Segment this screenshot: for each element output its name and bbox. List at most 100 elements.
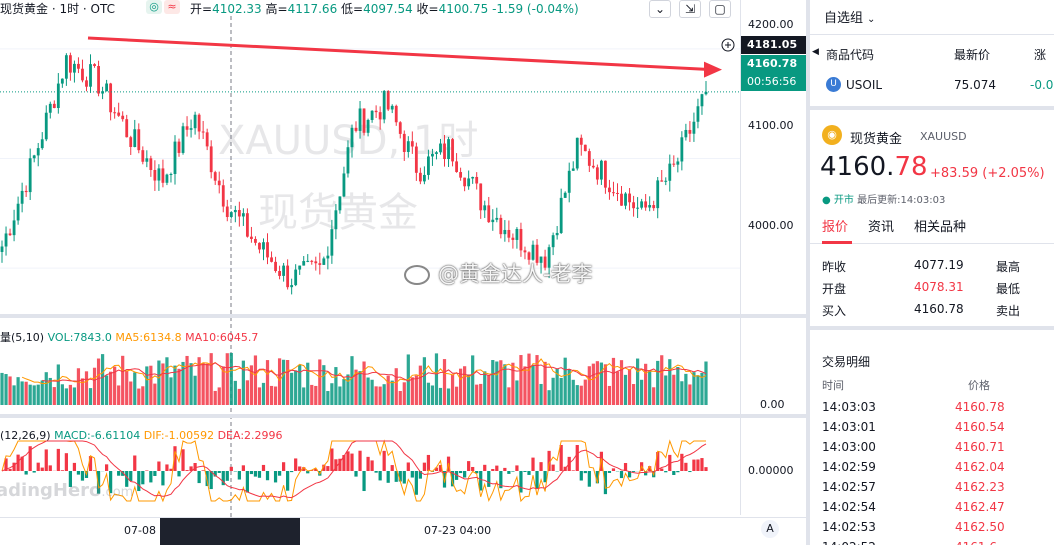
- macd-histogram-bar: [676, 471, 680, 473]
- candle-body: [479, 183, 483, 211]
- macd-histogram-bar: [40, 467, 44, 471]
- volume-bar: [265, 360, 270, 405]
- volume-bar: [656, 360, 660, 405]
- candle-body: [551, 235, 555, 248]
- volume-bar: [591, 363, 595, 405]
- symbol-title[interactable]: 现货黄金 · 1时 · OTC: [0, 0, 115, 17]
- volume-bar: [483, 371, 487, 405]
- volume-bar: [117, 385, 121, 405]
- volume-bar: [245, 380, 250, 405]
- candle-body: [402, 133, 406, 152]
- candle-body: [511, 237, 515, 240]
- volume-bar: [559, 377, 563, 405]
- candle-body: [93, 64, 96, 67]
- watchlist-title: 自选组: [824, 11, 864, 26]
- candle-body: [519, 228, 523, 251]
- candle-body: [40, 139, 44, 149]
- col-last[interactable]: 最新价: [954, 46, 990, 63]
- volume-bar: [161, 363, 165, 405]
- stat-value: 4160.78: [914, 302, 964, 316]
- auto-scale-button[interactable]: A: [761, 520, 779, 538]
- wave-icon[interactable]: ≈: [164, 0, 180, 14]
- col-change[interactable]: 涨: [1034, 46, 1046, 63]
- volume-bar: [326, 391, 330, 405]
- trade-price: 4160.54: [955, 420, 1005, 434]
- candle-body: [491, 219, 495, 223]
- panel-resize-handle[interactable]: [810, 326, 1054, 330]
- watchlist-selector[interactable]: 自选组 ⌄: [824, 7, 875, 26]
- candle-body: [109, 83, 113, 113]
- visibility-dot-icon[interactable]: ◎: [146, 0, 162, 14]
- volume-bar: [52, 387, 56, 405]
- panel-resize-handle[interactable]: [810, 106, 1054, 110]
- volume-bar: [523, 366, 527, 405]
- macd-histogram-bar: [523, 471, 527, 472]
- volume-bar: [298, 364, 302, 405]
- pane-separator[interactable]: [0, 314, 806, 318]
- candle-body: [298, 265, 302, 270]
- trade-time: 14:02:59: [822, 460, 876, 474]
- candle-body: [137, 129, 141, 151]
- candle-body: [475, 176, 479, 184]
- macd-histogram-bar: [217, 471, 221, 473]
- macd-histogram-bar: [261, 464, 266, 471]
- volume-bar: [310, 384, 314, 405]
- stat-label: 卖出: [996, 304, 1021, 318]
- volume-bar: [430, 385, 435, 405]
- candle-body: [338, 196, 342, 211]
- macd-axis-label: 0.00000: [748, 464, 794, 477]
- volume-bar: [390, 380, 394, 405]
- macd-indicator-name[interactable]: (12,26,9): [0, 429, 51, 442]
- volume-bar: [471, 355, 475, 405]
- chart-area[interactable]: XAUUSD, 1时 现货黄金 现货黄金 · 1时 · OTC ◎ ≈ 开=41…: [0, 0, 806, 545]
- macd-histogram-bar: [366, 456, 370, 471]
- volume-axis-label: 0.00: [760, 398, 785, 411]
- tab-related[interactable]: 相关品种: [914, 216, 966, 244]
- macd-histogram-bar: [354, 471, 358, 477]
- col-symbol[interactable]: 商品代码: [826, 46, 874, 63]
- time-axis[interactable]: 07-08 07-23 04:00: [0, 517, 806, 545]
- chevron-down-icon[interactable]: ⌄: [649, 0, 671, 18]
- row-last: 75.074: [954, 78, 996, 92]
- candle-body: [676, 161, 680, 165]
- logo-suffix: .com: [101, 485, 134, 500]
- tab-news[interactable]: 资讯: [868, 216, 894, 244]
- volume-bar: [177, 368, 181, 405]
- candle-body: [555, 232, 559, 236]
- candlestick-chart[interactable]: [0, 0, 806, 545]
- volume-bar: [599, 362, 604, 405]
- macd-histogram-bar: [72, 462, 77, 471]
- macd-histogram-bar: [684, 462, 688, 471]
- overlay-watermark: @黄金达人-老李: [404, 258, 593, 288]
- macd-histogram-bar: [463, 471, 467, 478]
- candle-body: [559, 197, 563, 233]
- volume-bar: [129, 381, 133, 405]
- trade-row: 14:02:54 4162.47: [822, 500, 1052, 520]
- price-fraction: 78: [894, 152, 928, 182]
- volume-bar: [125, 370, 129, 405]
- volume-indicator-name[interactable]: 量(5,10): [0, 331, 44, 344]
- logo-text: adingHero: [0, 480, 102, 501]
- expand-icon[interactable]: ▢: [709, 0, 731, 18]
- collapse-icon[interactable]: ⇲: [679, 0, 701, 18]
- macd-histogram-bar: [410, 471, 414, 478]
- volume-bar: [64, 388, 68, 405]
- volume-bar: [302, 387, 306, 405]
- volume-bar: [442, 359, 447, 405]
- macd-histogram-bar: [201, 470, 205, 471]
- volume-bar: [342, 379, 346, 405]
- row-symbol: USOIL: [846, 78, 883, 92]
- pane-separator[interactable]: [0, 414, 806, 418]
- volume-bar: [133, 372, 137, 405]
- candle-body: [77, 63, 80, 69]
- candle-body: [28, 158, 32, 193]
- candle-body: [181, 126, 185, 153]
- macd-histogram-bar: [64, 453, 68, 471]
- candle-body: [56, 83, 60, 109]
- close-label: 收=: [416, 2, 439, 16]
- tab-quote[interactable]: 报价: [822, 216, 852, 244]
- trade-time: 14:02:54: [822, 500, 876, 514]
- volume-bar: [652, 387, 656, 405]
- volume-bar: [507, 387, 511, 405]
- candle-body: [177, 141, 181, 153]
